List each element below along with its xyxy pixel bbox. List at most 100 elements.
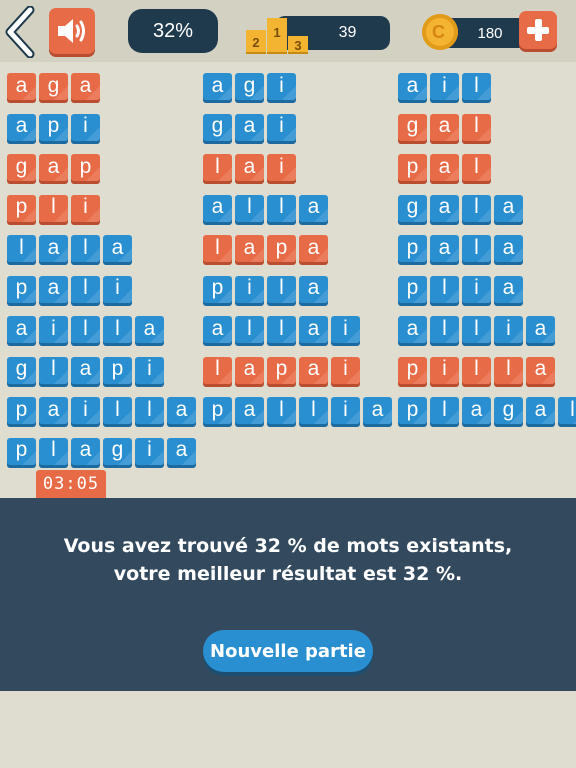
word-aga: aga: [7, 73, 100, 100]
letter-tile: a: [299, 316, 328, 343]
letter-tile: a: [203, 316, 232, 343]
word-pila: pila: [203, 275, 328, 303]
letter-tile: i: [331, 356, 360, 384]
timer: 03:05: [36, 470, 106, 498]
letter-tile: a: [462, 397, 491, 424]
letter-tile: l: [494, 356, 523, 384]
letter-tile: a: [7, 73, 36, 100]
word-alla: alla: [203, 194, 328, 222]
letter-tile: a: [526, 316, 555, 343]
letter-tile: l: [462, 194, 491, 222]
letter-tile: a: [526, 356, 555, 384]
letter-tile: g: [39, 73, 68, 100]
letter-tile: a: [526, 397, 555, 424]
letter-tile: p: [267, 356, 296, 384]
word-lapa: lapa: [203, 235, 328, 262]
letter-tile: l: [462, 154, 491, 181]
letter-tile: p: [7, 194, 36, 222]
letter-tile: i: [135, 437, 164, 465]
letter-tile: g: [203, 113, 232, 141]
word-plia: plia: [398, 275, 523, 303]
letter-tile: l: [71, 235, 100, 262]
podium-first: 1: [267, 18, 287, 54]
word-pala: pala: [398, 235, 523, 262]
letter-tile: a: [71, 356, 100, 384]
word-pallia: pallia: [203, 397, 392, 424]
letter-tile: a: [39, 397, 68, 424]
letter-tile: i: [430, 73, 459, 100]
letter-tile: a: [398, 73, 427, 100]
letter-tile: p: [39, 113, 68, 141]
word-gap: gap: [7, 154, 100, 181]
word-gala: gala: [398, 194, 523, 222]
letter-tile: l: [267, 397, 296, 424]
letter-tile: g: [398, 113, 427, 141]
letter-tile: a: [7, 113, 36, 141]
letter-tile: a: [430, 194, 459, 222]
podium-third: 3: [288, 36, 308, 54]
word-ailla: ailla: [7, 316, 164, 343]
letter-tile: a: [203, 194, 232, 222]
coin-icon: C: [422, 14, 458, 50]
word-pali: pali: [7, 275, 132, 303]
letter-tile: l: [462, 235, 491, 262]
letter-tile: a: [39, 275, 68, 303]
letter-tile: i: [267, 113, 296, 141]
word-plagia: plagia: [7, 437, 196, 465]
letter-tile: a: [71, 437, 100, 465]
letter-tile: l: [103, 397, 132, 424]
podium-icon[interactable]: 2 1 3: [244, 10, 310, 54]
letter-tile: l: [299, 397, 328, 424]
letter-tile: g: [103, 437, 132, 465]
word-lapai: lapai: [203, 356, 360, 384]
letter-tile: a: [167, 437, 196, 465]
word-pal: pal: [398, 154, 491, 181]
letter-tile: p: [398, 275, 427, 303]
letter-tile: l: [71, 316, 100, 343]
letter-tile: i: [331, 397, 360, 424]
letter-tile: i: [267, 154, 296, 181]
word-lai: lai: [203, 154, 296, 181]
letter-tile: p: [71, 154, 100, 181]
letter-tile: i: [71, 194, 100, 222]
letter-tile: p: [398, 235, 427, 262]
word-pailla: pailla: [7, 397, 196, 424]
letter-tile: l: [462, 316, 491, 343]
letter-tile: p: [203, 275, 232, 303]
letter-tile: i: [494, 316, 523, 343]
letter-tile: l: [235, 194, 264, 222]
word-ail: ail: [398, 73, 491, 100]
letter-tile: i: [430, 356, 459, 384]
top-bar: 32% 39 2 1 3 180 C: [0, 0, 576, 62]
letter-tile: i: [71, 113, 100, 141]
letter-tile: i: [462, 275, 491, 303]
new-game-button[interactable]: Nouvelle partie: [203, 630, 373, 672]
letter-tile: a: [167, 397, 196, 424]
letter-tile: g: [7, 356, 36, 384]
letter-tile: a: [235, 113, 264, 141]
add-coins-button[interactable]: [519, 11, 557, 49]
letter-tile: l: [430, 316, 459, 343]
letter-tile: p: [267, 235, 296, 262]
letter-tile: i: [267, 73, 296, 100]
letter-tile: a: [71, 73, 100, 100]
letter-tile: l: [203, 235, 232, 262]
letter-tile: a: [494, 194, 523, 222]
letter-tile: g: [494, 397, 523, 424]
word-agi: agi: [203, 73, 296, 100]
letter-tile: a: [39, 154, 68, 181]
word-allai: allai: [203, 316, 360, 343]
letter-tile: p: [7, 437, 36, 465]
word-plagal: plagal: [398, 397, 576, 424]
letter-tile: a: [235, 356, 264, 384]
letter-tile: p: [7, 275, 36, 303]
sound-button[interactable]: [49, 8, 95, 54]
letter-tile: a: [398, 316, 427, 343]
letter-tile: i: [39, 316, 68, 343]
letter-tile: a: [7, 316, 36, 343]
back-button[interactable]: [2, 5, 36, 59]
letter-tile: l: [71, 275, 100, 303]
word-gal: gal: [398, 113, 491, 141]
letter-tile: l: [462, 113, 491, 141]
letter-tile: p: [398, 154, 427, 181]
